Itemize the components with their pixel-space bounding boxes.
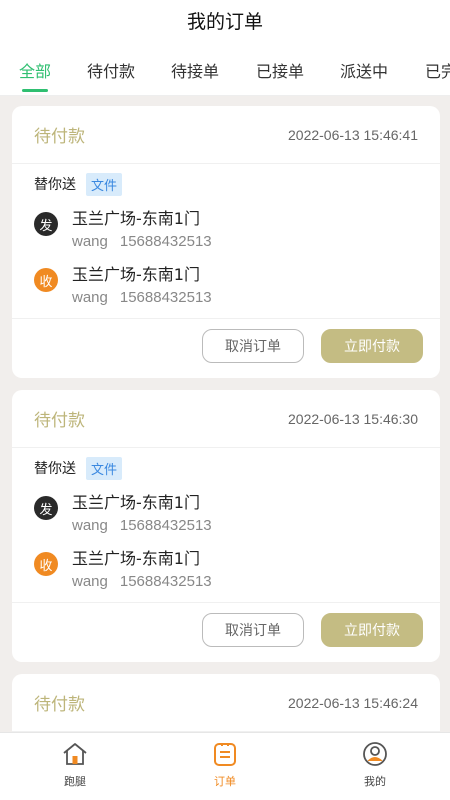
tab-accepted[interactable]: 已接单 <box>256 58 304 82</box>
pay-now-button[interactable]: 立即付款 <box>321 613 423 647</box>
order-meta: 替你送 文件 <box>12 164 440 198</box>
order-status-tabs: 全部 待付款 待接单 已接单 派送中 已完 <box>0 40 450 96</box>
receiver-name: wang <box>72 289 108 306</box>
active-tab-indicator <box>22 89 48 92</box>
item-type-badge: 文件 <box>86 172 123 196</box>
receive-icon: 收 <box>34 552 58 576</box>
order-card[interactable]: 待付款 2022-06-13 15:46:41 替你送 文件 发 玉兰广场-东南… <box>12 106 440 378</box>
app-root: 我的订单 全部 待付款 待接单 已接单 派送中 已完 待付款 2022-06-1… <box>0 0 450 800</box>
tab-all[interactable]: 全部 <box>19 58 51 82</box>
sender-phone: 15688432513 <box>119 233 212 250</box>
tab-completed[interactable]: 已完 <box>425 58 450 82</box>
order-status: 待付款 <box>34 695 85 715</box>
item-type-badge: 文件 <box>86 456 123 480</box>
bottom-nav: 跑腿 订单 我的 <box>0 732 450 800</box>
tab-pending-accept[interactable]: 待接单 <box>171 58 219 82</box>
user-icon <box>360 739 390 769</box>
sender-address-name: 玉兰广场-东南1门 <box>72 209 200 228</box>
sender-contact: wang 15688432513 <box>72 514 212 538</box>
receiver-contact: wang 15688432513 <box>72 570 212 594</box>
cancel-order-button[interactable]: 取消订单 <box>202 329 304 363</box>
nav-mine-label: 我的 <box>364 775 386 788</box>
service-type: 替你送 <box>34 177 76 193</box>
receiver-address-name: 玉兰广场-东南1门 <box>72 549 200 568</box>
page-title: 我的订单 <box>186 10 263 33</box>
order-status: 待付款 <box>34 127 85 147</box>
receiver-name: wang <box>72 573 108 590</box>
order-card-header: 待付款 2022-06-13 15:46:41 <box>12 106 440 164</box>
order-meta: 替你送 文件 <box>12 448 440 482</box>
send-icon: 发 <box>34 212 58 236</box>
order-time: 2022-06-13 15:46:24 <box>288 694 418 711</box>
nav-mine[interactable]: 我的 <box>335 739 415 789</box>
sender-address: 发 玉兰广场-东南1门 wang 15688432513 <box>12 482 440 538</box>
order-time: 2022-06-13 15:46:41 <box>288 126 418 143</box>
header: 我的订单 <box>0 0 450 40</box>
receiver-address: 收 玉兰广场-东南1门 wang 15688432513 <box>12 538 440 594</box>
nav-orders[interactable]: 订单 <box>185 739 265 789</box>
tab-delivering[interactable]: 派送中 <box>340 58 388 82</box>
order-card-header: 待付款 2022-06-13 15:46:24 <box>12 674 440 732</box>
sender-phone: 15688432513 <box>119 517 212 534</box>
service-type: 替你送 <box>34 461 76 477</box>
house-icon <box>60 739 90 769</box>
sender-name: wang <box>72 517 108 534</box>
nav-errand-label: 跑腿 <box>64 775 86 788</box>
nav-errand[interactable]: 跑腿 <box>35 739 115 789</box>
sender-address-name: 玉兰广场-东南1门 <box>72 493 200 512</box>
cancel-order-button[interactable]: 取消订单 <box>202 613 304 647</box>
order-status: 待付款 <box>34 411 85 431</box>
nav-orders-label: 订单 <box>214 775 236 788</box>
order-list[interactable]: 待付款 2022-06-13 15:46:41 替你送 文件 发 玉兰广场-东南… <box>0 96 450 732</box>
receiver-contact: wang 15688432513 <box>72 286 212 310</box>
send-icon: 发 <box>34 496 58 520</box>
receiver-phone: 15688432513 <box>119 573 212 590</box>
order-actions: 取消订单 立即付款 <box>12 602 440 662</box>
order-icon <box>210 739 240 769</box>
pay-now-button[interactable]: 立即付款 <box>321 329 423 363</box>
order-card[interactable]: 待付款 2022-06-13 15:46:24 <box>12 674 440 732</box>
sender-contact: wang 15688432513 <box>72 230 212 254</box>
order-time: 2022-06-13 15:46:30 <box>288 410 418 427</box>
order-card[interactable]: 待付款 2022-06-13 15:46:30 替你送 文件 发 玉兰广场-东南… <box>12 390 440 662</box>
order-actions: 取消订单 立即付款 <box>12 318 440 378</box>
receive-icon: 收 <box>34 268 58 292</box>
receiver-phone: 15688432513 <box>119 289 212 306</box>
order-card-header: 待付款 2022-06-13 15:46:30 <box>12 390 440 448</box>
sender-address: 发 玉兰广场-东南1门 wang 15688432513 <box>12 198 440 254</box>
receiver-address-name: 玉兰广场-东南1门 <box>72 265 200 284</box>
receiver-address: 收 玉兰广场-东南1门 wang 15688432513 <box>12 254 440 310</box>
sender-name: wang <box>72 233 108 250</box>
tab-pending-payment[interactable]: 待付款 <box>87 58 135 82</box>
